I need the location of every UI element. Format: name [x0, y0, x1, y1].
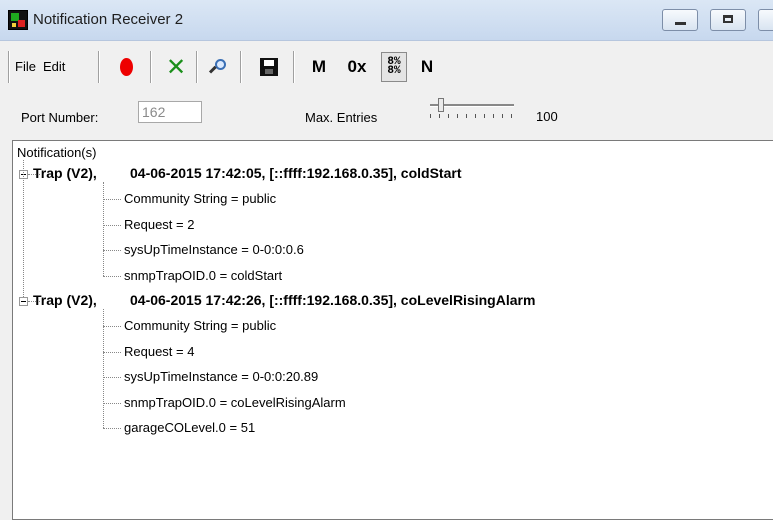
mib-button[interactable]: M: [306, 53, 332, 81]
trap-entry[interactable]: Trap (V2), 04-06-2015 17:42:05, [::ffff:1…: [33, 165, 461, 181]
trap-field[interactable]: garageCOLevel.0 = 51: [124, 420, 255, 435]
hex-button[interactable]: 0x: [344, 53, 370, 81]
tree-connector: [103, 377, 121, 379]
tree-connector: [103, 428, 121, 429]
record-button[interactable]: [113, 53, 139, 81]
toolbar-separator: [293, 51, 294, 83]
tree-connector: [103, 351, 121, 353]
mib-label: M: [311, 57, 327, 76]
toolbar-separator: [150, 51, 151, 83]
tree-connector: [103, 402, 121, 404]
hex-label: 0x: [347, 57, 367, 76]
tree-connector: [103, 199, 121, 201]
trap-field[interactable]: sysUpTimeInstance = 0-0:0:20.89: [124, 369, 318, 384]
toolbar-separator: [8, 51, 9, 83]
bits-label: 8% 8%: [387, 56, 401, 77]
clear-x-icon: ✕: [165, 53, 187, 81]
trap-field[interactable]: Community String = public: [124, 191, 276, 206]
port-number-field[interactable]: 162: [138, 101, 202, 123]
names-label: N: [420, 57, 434, 76]
trap-field[interactable]: Community String = public: [124, 318, 276, 333]
max-entries-slider[interactable]: [426, 98, 518, 120]
maximize-button[interactable]: [710, 9, 746, 31]
trap-entry[interactable]: Trap (V2), 04-06-2015 17:42:26, [::ffff:1…: [33, 292, 535, 308]
clear-button[interactable]: ✕: [163, 53, 189, 81]
tree-connector: [103, 224, 121, 226]
toolbar-separator: [98, 51, 99, 83]
minimize-button[interactable]: [662, 9, 698, 31]
trap-field[interactable]: Request = 4: [124, 344, 194, 359]
tree-connector: [103, 182, 104, 276]
port-number-label: Port Number:: [21, 110, 99, 125]
tree-connector: [103, 250, 121, 252]
trap-field[interactable]: snmpTrapOID.0 = coldStart: [124, 268, 282, 283]
tree-connector: [103, 309, 104, 428]
tree-connector: [103, 326, 121, 328]
save-button[interactable]: [256, 53, 282, 81]
names-button[interactable]: N: [414, 53, 440, 81]
toolbar: File Edit ✕ M 0x 8% 8% N: [0, 41, 773, 87]
find-button[interactable]: [205, 53, 231, 81]
max-entries-label: Max. Entries: [305, 110, 378, 125]
slider-thumb[interactable]: [437, 98, 444, 112]
trap-type: Trap (V2),: [33, 165, 97, 181]
slider-ticks: [430, 114, 514, 118]
tree-connector: [23, 160, 24, 297]
menu-edit[interactable]: Edit: [43, 59, 65, 74]
max-entries-value: 100: [536, 109, 558, 124]
toolbar-separator: [196, 51, 197, 83]
trap-field[interactable]: Request = 2: [124, 217, 194, 232]
minimize-icon: [675, 22, 686, 25]
trap-type: Trap (V2),: [33, 292, 97, 308]
trap-header: 04-06-2015 17:42:05, [::ffff:192.168.0.3…: [130, 165, 462, 181]
bits-toggle-button[interactable]: 8% 8%: [381, 52, 407, 82]
trap-field[interactable]: snmpTrapOID.0 = coLevelRisingAlarm: [124, 395, 346, 410]
app-icon: [8, 10, 28, 30]
magnifier-icon: [208, 59, 226, 75]
window-title: Notification Receiver 2: [33, 11, 184, 28]
menu-file[interactable]: File: [15, 59, 36, 74]
trap-field[interactable]: sysUpTimeInstance = 0-0:0:0.6: [124, 242, 304, 257]
record-icon: [119, 58, 133, 76]
collapse-expander[interactable]: [19, 297, 28, 306]
save-icon: [260, 58, 278, 76]
trap-header: 04-06-2015 17:42:26, [::ffff:192.168.0.3…: [130, 292, 536, 308]
title-bar: Notification Receiver 2: [0, 0, 773, 41]
tree-root-label: Notification(s): [17, 145, 97, 160]
maximize-icon: [723, 15, 733, 23]
toolbar-separator: [240, 51, 241, 83]
tree-connector: [103, 275, 121, 277]
close-button[interactable]: [758, 9, 773, 31]
notification-tree[interactable]: Notification(s) Trap (V2), 04-06-2015 17:…: [12, 140, 773, 520]
